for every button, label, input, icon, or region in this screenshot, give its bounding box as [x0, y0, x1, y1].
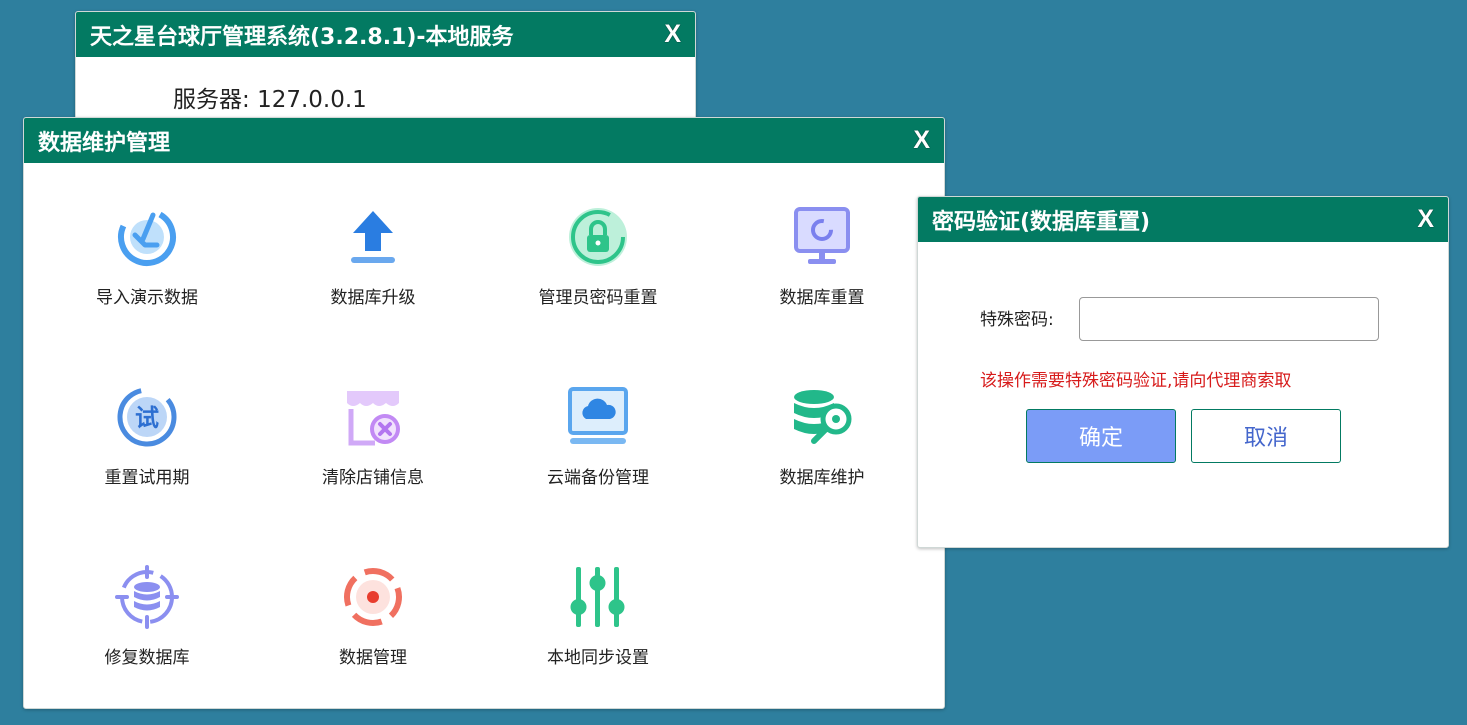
tile-clear-store-info[interactable]: 清除店铺信息 — [273, 385, 473, 488]
cancel-button[interactable]: 取消 — [1191, 409, 1341, 463]
tile-label: 数据库维护 — [779, 468, 865, 488]
cloud-laptop-icon — [568, 387, 628, 444]
main-window-title: 天之星台球厅管理系统(3.2.8.1)-本地服务 — [90, 24, 514, 50]
data-maintenance-window: 数据维护管理 X 导入演示数据 数据库升级 管理员密码重置 数据库重置 试 重置… — [23, 117, 945, 709]
tile-database-maintenance[interactable]: 数据库维护 — [722, 385, 922, 488]
tile-label: 云端备份管理 — [547, 468, 649, 488]
monitor-refresh-icon — [794, 207, 850, 264]
main-window-close-button[interactable]: X — [664, 12, 681, 57]
password-warning-text: 该操作需要特殊密码验证,请向代理商索取 — [980, 371, 1292, 391]
tile-cloud-backup[interactable]: 云端备份管理 — [498, 385, 698, 488]
tile-label: 数据库重置 — [779, 288, 865, 308]
tile-database-reset[interactable]: 数据库重置 — [722, 205, 922, 308]
upload-arrow-icon — [351, 211, 395, 263]
tile-repair-database[interactable]: 修复数据库 — [47, 565, 247, 668]
confirm-button[interactable]: 确定 — [1026, 409, 1176, 463]
data-window-titlebar[interactable]: 数据维护管理 X — [24, 118, 944, 163]
tile-label: 本地同步设置 — [547, 648, 649, 668]
trial-reset-icon: 试 — [117, 387, 177, 447]
tile-label: 数据管理 — [339, 648, 407, 668]
tile-label: 修复数据库 — [104, 648, 190, 668]
import-download-icon — [118, 208, 176, 266]
tile-admin-password-reset[interactable]: 管理员密码重置 — [498, 205, 698, 308]
tile-label: 管理员密码重置 — [538, 288, 658, 308]
store-clear-icon — [347, 391, 400, 446]
tile-label: 导入演示数据 — [96, 288, 198, 308]
special-password-label: 特殊密码: — [980, 310, 1054, 330]
lock-reset-icon — [569, 208, 627, 266]
data-window-close-button[interactable]: X — [913, 118, 930, 163]
tile-reset-trial[interactable]: 试 重置试用期 — [47, 385, 247, 488]
password-verify-dialog: 密码验证(数据库重置) X 特殊密码: 该操作需要特殊密码验证,请向代理商索取 … — [917, 196, 1449, 548]
password-dialog-close-button[interactable]: X — [1417, 197, 1434, 242]
data-target-icon — [344, 568, 402, 626]
tile-label: 清除店铺信息 — [322, 468, 424, 488]
server-label: 服务器: — [173, 87, 258, 113]
server-value: 127.0.0.1 — [257, 87, 367, 113]
tile-data-management[interactable]: 数据管理 — [273, 565, 473, 668]
tile-label: 重置试用期 — [104, 468, 190, 488]
password-dialog-title: 密码验证(数据库重置) — [932, 209, 1151, 235]
tile-database-upgrade[interactable]: 数据库升级 — [273, 205, 473, 308]
database-wrench-icon — [794, 390, 852, 444]
tile-label: 数据库升级 — [330, 288, 416, 308]
tile-import-demo-data[interactable]: 导入演示数据 — [47, 205, 247, 308]
password-dialog-titlebar[interactable]: 密码验证(数据库重置) X — [918, 197, 1448, 242]
database-repair-icon — [115, 565, 179, 629]
server-info: 服务器: 127.0.0.1 — [173, 80, 367, 114]
special-password-input[interactable] — [1079, 297, 1379, 341]
data-window-title: 数据维护管理 — [38, 130, 171, 156]
sliders-icon — [570, 567, 625, 627]
svg-text:试: 试 — [135, 404, 159, 432]
tile-local-sync-settings[interactable]: 本地同步设置 — [498, 565, 698, 668]
main-window-titlebar[interactable]: 天之星台球厅管理系统(3.2.8.1)-本地服务 X — [76, 12, 695, 57]
